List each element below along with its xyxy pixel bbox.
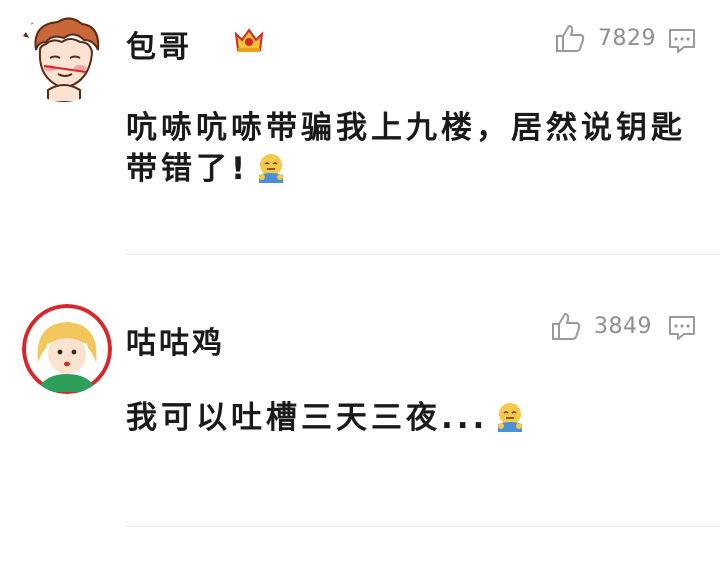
comment-text: 我可以吐槽三天三夜... — [126, 398, 686, 439]
username[interactable]: 咕咕鸡 — [126, 318, 225, 362]
like-button[interactable]: 7829 — [554, 22, 656, 54]
speechless-emoji-icon — [498, 403, 523, 432]
comment-item: 咕咕鸡 3849 我可以吐槽三天三夜... — [0, 256, 720, 528]
thumbs-up-icon — [552, 313, 581, 340]
speechless-emoji-icon — [259, 154, 284, 183]
cartoon-boy-avatar-icon — [18, 10, 110, 102]
comment-text-content: 吭哧吭哧带骗我上九楼，居然说钥匙带错了! — [126, 110, 686, 187]
like-button[interactable]: 3849 — [550, 310, 652, 342]
username[interactable]: 包哥 — [126, 22, 192, 66]
thumbs-up-icon — [556, 25, 585, 52]
reply-icon[interactable] — [668, 27, 696, 55]
like-count: 7829 — [598, 25, 656, 51]
cartoon-girl-avatar-icon — [22, 304, 112, 394]
like-count: 3849 — [594, 313, 652, 339]
comment-text: 吭哧吭哧带骗我上九楼，居然说钥匙带错了! — [126, 108, 686, 190]
divider — [126, 526, 720, 527]
crown-icon — [234, 28, 264, 52]
comment-text-content: 我可以吐槽三天三夜... — [126, 400, 489, 436]
avatar[interactable] — [18, 10, 110, 102]
reply-icon[interactable] — [668, 314, 696, 342]
divider — [126, 254, 720, 255]
comment-item: 包哥 7829 吭哧吭哧带骗我上九楼，居然说钥匙带错了! — [0, 0, 720, 256]
avatar[interactable] — [22, 304, 112, 394]
